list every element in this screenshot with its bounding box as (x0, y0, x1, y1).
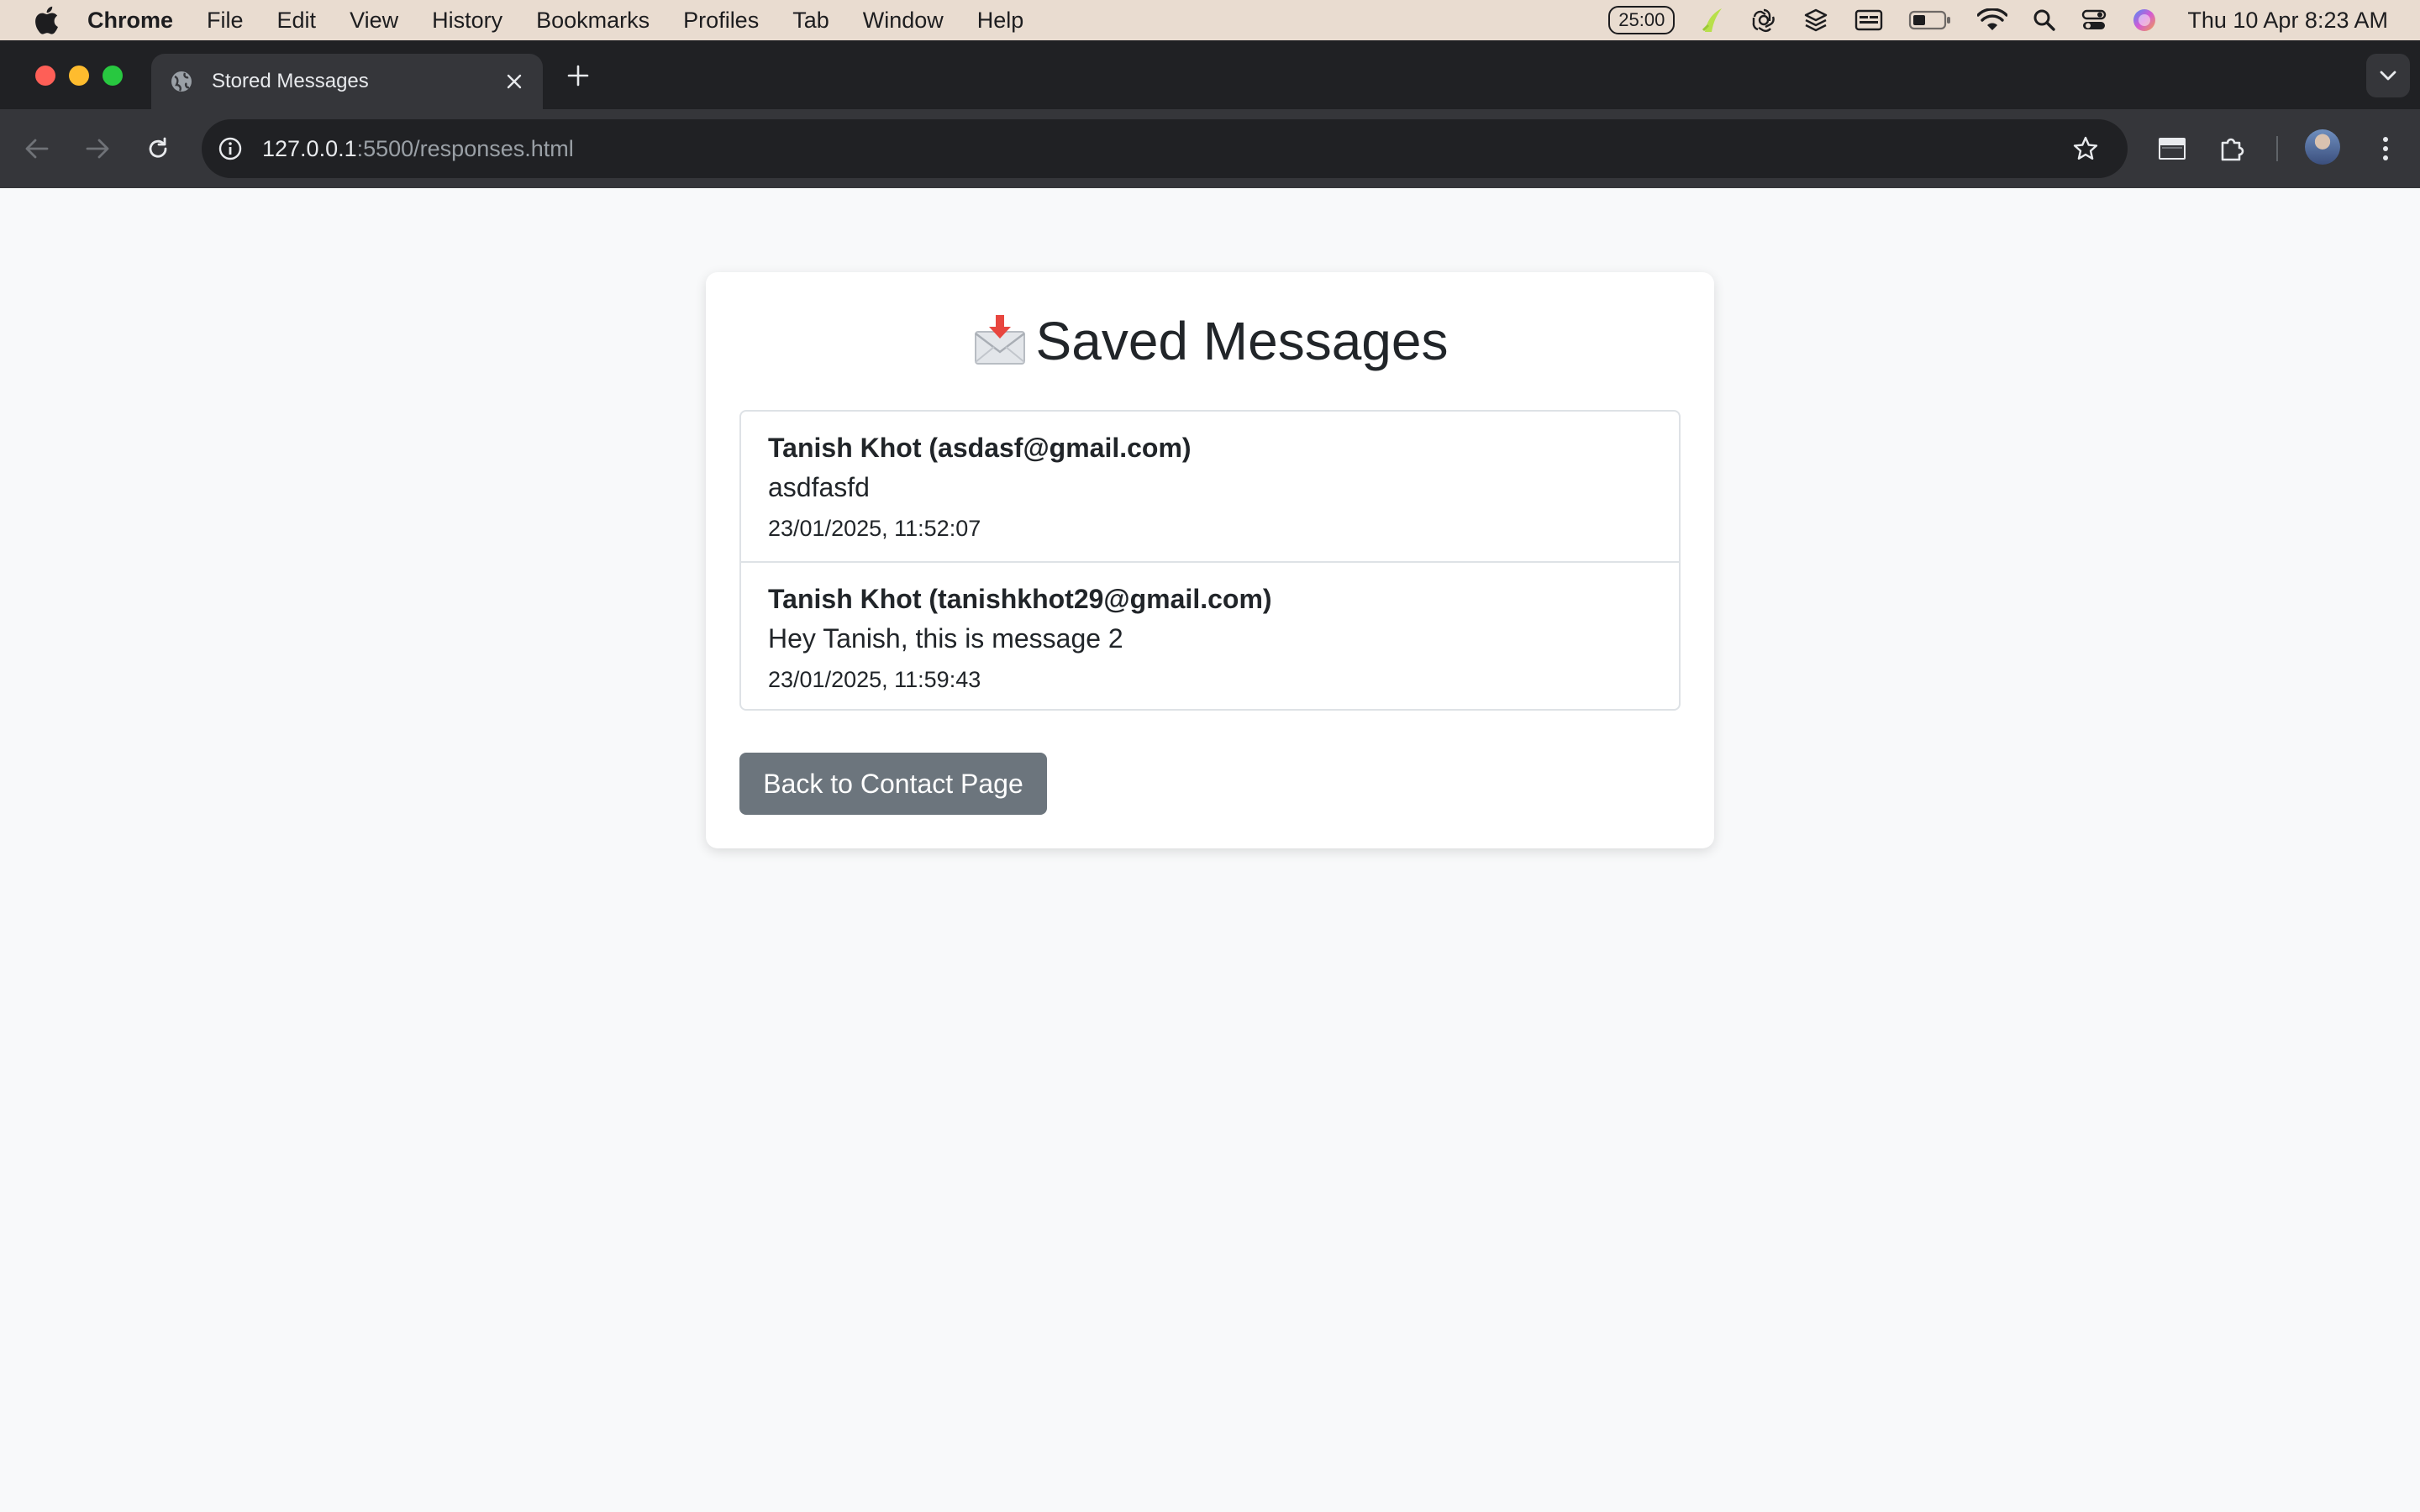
menu-help[interactable]: Help (977, 8, 1024, 34)
toolbar-divider (2276, 136, 2278, 161)
apple-logo-icon[interactable] (34, 5, 59, 35)
chatgpt-icon[interactable] (1750, 7, 1777, 34)
url-host: 127.0.0.1 (262, 135, 357, 161)
message-body: asdfasfd (768, 472, 870, 502)
message-timestamp: 23/01/2025, 11:52:07 (768, 516, 981, 541)
page-title: Saved Messages (706, 307, 1714, 375)
menu-profiles[interactable]: Profiles (683, 8, 759, 34)
reload-icon[interactable] (141, 132, 175, 165)
page-title-text: Saved Messages (1035, 311, 1449, 371)
control-center-icon[interactable] (2081, 8, 2107, 32)
menu-window[interactable]: Window (863, 8, 944, 34)
message-body: Hey Tanish, this is message 2 (768, 623, 1123, 654)
menu-bar-status-area: 25:00 Thu 10 Apr 8:23 AM (1583, 0, 2388, 40)
layers-icon[interactable] (1802, 7, 1829, 34)
menu-file[interactable]: File (207, 8, 244, 34)
timer-icon[interactable]: 25:00 (1608, 6, 1676, 34)
incoming-envelope-icon (972, 313, 1028, 369)
back-to-contact-button[interactable]: Back to Contact Page (739, 753, 1047, 815)
menu-bookmarks[interactable]: Bookmarks (536, 8, 650, 34)
menu-app-chrome[interactable]: Chrome (87, 8, 173, 34)
menu-view[interactable]: View (350, 8, 398, 34)
list-item: Tanish Khot (asdasf@gmail.com) asdfasfd … (741, 412, 1679, 561)
menu-bar-clock[interactable]: Thu 10 Apr 8:23 AM (2187, 8, 2388, 34)
message-sender: Tanish Khot (tanishkhot29@gmail.com) (768, 584, 1272, 614)
menu-tab[interactable]: Tab (792, 8, 829, 34)
macos-menu-bar: Chrome File Edit View History Bookmarks … (0, 0, 2420, 40)
siri-icon[interactable] (2132, 8, 2157, 33)
tab-title: Stored Messages (212, 70, 369, 92)
page-viewport: Saved Messages Tanish Khot (asdasf@gmail… (0, 188, 2420, 1512)
plus-icon[interactable] (565, 62, 592, 89)
extensions-icon[interactable] (2215, 131, 2250, 166)
tab-stored-messages[interactable]: Stored Messages (151, 54, 543, 109)
reading-list-icon[interactable] (2154, 131, 2190, 166)
forward-arrow-icon[interactable] (81, 132, 114, 165)
window-close-button[interactable] (35, 66, 55, 86)
browser-tab-strip: Stored Messages (0, 40, 2420, 109)
list-item: Tanish Khot (tanishkhot29@gmail.com) Hey… (741, 561, 1679, 709)
messages-list: Tanish Khot (asdasf@gmail.com) asdfasfd … (739, 410, 1681, 711)
kebab-menu-icon[interactable] (2368, 131, 2403, 166)
message-sender: Tanish Khot (asdasf@gmail.com) (768, 433, 1192, 463)
url-path: :5500/responses.html (356, 135, 574, 161)
display-icon[interactable] (1854, 8, 1883, 32)
address-bar[interactable]: 127.0.0.1:5500/responses.html (202, 119, 2128, 178)
menu-edit[interactable]: Edit (277, 8, 317, 34)
star-icon[interactable] (2069, 132, 2102, 165)
window-zoom-button[interactable] (103, 66, 123, 86)
globe-icon (170, 70, 193, 93)
menu-history[interactable]: History (432, 8, 502, 34)
window-minimize-button[interactable] (69, 66, 89, 86)
browser-toolbar: 127.0.0.1:5500/responses.html (0, 109, 2420, 188)
chevron-down-icon[interactable] (2366, 54, 2410, 97)
wifi-icon[interactable] (1977, 8, 2008, 32)
profile-avatar[interactable] (2305, 129, 2340, 165)
robinhood-icon[interactable] (1700, 7, 1725, 34)
message-timestamp: 23/01/2025, 11:59:43 (768, 667, 981, 692)
info-icon[interactable] (215, 134, 245, 164)
close-icon[interactable] (502, 70, 526, 93)
battery-icon[interactable] (1908, 9, 1952, 31)
back-arrow-icon[interactable] (20, 132, 54, 165)
url-text[interactable]: 127.0.0.1:5500/responses.html (262, 136, 2069, 162)
spotlight-search-icon[interactable] (2033, 8, 2056, 32)
messages-card: Saved Messages Tanish Khot (asdasf@gmail… (706, 272, 1714, 848)
